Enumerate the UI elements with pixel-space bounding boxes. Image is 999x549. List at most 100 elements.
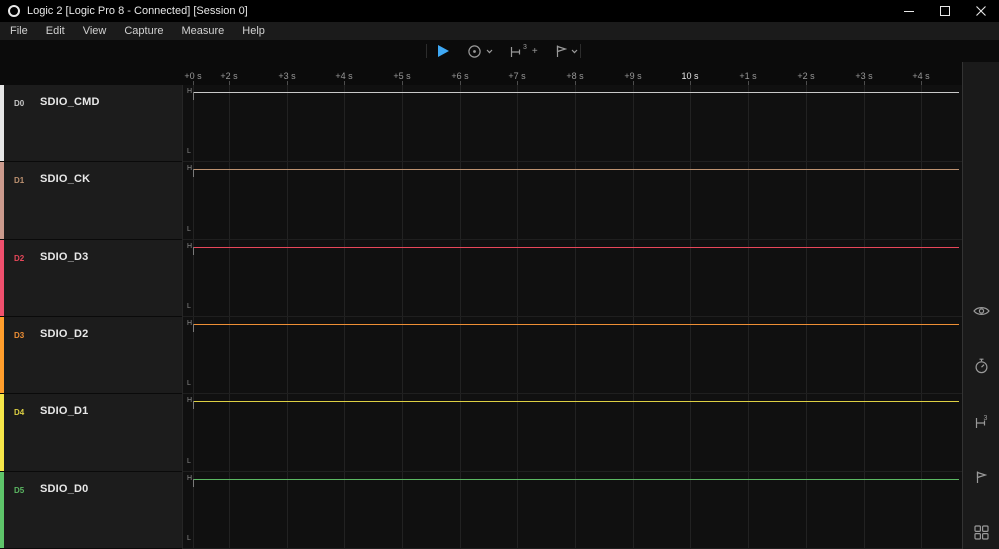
close-icon xyxy=(976,6,986,16)
channel-id: D2 xyxy=(14,253,25,263)
add-measurement-button[interactable]: 3 + xyxy=(510,43,538,58)
high-level-label: H xyxy=(187,242,193,250)
high-level-label: H xyxy=(187,397,193,405)
start-capture-button[interactable] xyxy=(437,44,450,58)
ruler-tick-label: +7 s xyxy=(508,71,526,81)
channel-label-row[interactable]: D2 SDIO_D3 xyxy=(0,239,182,317)
measurement-count: 3 xyxy=(523,43,527,51)
ruler-tick-label: +8 s xyxy=(566,71,584,81)
minimize-icon xyxy=(904,6,914,16)
capture-settings-button[interactable] xyxy=(467,44,493,59)
channel-trace-row[interactable]: H L xyxy=(183,317,962,395)
close-button[interactable] xyxy=(963,0,999,22)
signal-trace xyxy=(193,401,959,403)
low-level-label: L xyxy=(187,380,191,388)
channel-name[interactable]: SDIO_D2 xyxy=(40,328,88,340)
maximize-icon xyxy=(940,6,950,16)
ruler-tick-label: +0 s xyxy=(184,71,202,81)
low-level-label: L xyxy=(187,534,191,542)
toolbar-controls: 3 + xyxy=(437,40,578,62)
ruler-tick-label: +1 s xyxy=(739,71,757,81)
channel-color-strip xyxy=(0,471,4,548)
channel-trace-row[interactable]: H L xyxy=(183,472,962,549)
maximize-button[interactable] xyxy=(927,0,963,22)
high-level-label: H xyxy=(187,474,193,482)
ruler-tick-label: +3 s xyxy=(855,71,873,81)
chevron-down-icon xyxy=(571,49,578,54)
channel-name[interactable]: SDIO_D0 xyxy=(40,483,88,495)
channel-trace-row[interactable]: H L xyxy=(183,394,962,472)
channel-label-row[interactable]: D1 SDIO_CK xyxy=(0,162,182,240)
play-icon xyxy=(437,44,450,58)
channel-color-strip xyxy=(0,239,4,316)
ruler-tick-label: +2 s xyxy=(220,71,238,81)
channel-trace-row[interactable]: H L xyxy=(183,85,962,163)
plus-icon: + xyxy=(531,45,538,57)
channel-name[interactable]: SDIO_D1 xyxy=(40,405,88,417)
signal-trace xyxy=(193,323,959,325)
menu-item[interactable]: Capture xyxy=(115,25,172,37)
flag-icon xyxy=(975,470,987,484)
channel-label-row[interactable]: D0 SDIO_CMD xyxy=(0,85,182,163)
app-logo-icon xyxy=(8,5,20,17)
minimize-button[interactable] xyxy=(891,0,927,22)
waveform-area[interactable]: H L H L H L H L H L H L xyxy=(183,85,962,549)
capture-start-edge xyxy=(193,169,194,178)
stopwatch-icon xyxy=(974,358,989,374)
measurements-panel-button[interactable]: 3 xyxy=(972,413,990,431)
capture-start-edge xyxy=(193,478,194,487)
ruler-tick-label: +4 s xyxy=(912,71,930,81)
channel-label-row[interactable]: D5 SDIO_D0 xyxy=(0,471,182,549)
capture-timing-panel-button[interactable] xyxy=(972,357,990,375)
signal-trace xyxy=(193,478,959,480)
menu-bar: File Edit View Capture Measure Help xyxy=(0,22,999,40)
capture-start-edge xyxy=(193,92,194,100)
high-level-label: H xyxy=(187,165,193,173)
channel-color-strip xyxy=(0,85,4,162)
capture-stage: +0 s +2 s +3 s +4 s +5 s +6 s +7 s +8 s … xyxy=(0,62,999,549)
measurement-count: 3 xyxy=(983,414,988,422)
annotations-panel-button[interactable] xyxy=(972,302,990,320)
channel-trace-row[interactable]: H L xyxy=(183,162,962,240)
low-level-label: L xyxy=(187,457,191,465)
menu-item[interactable]: View xyxy=(74,25,116,37)
timeline-ruler[interactable]: +0 s +2 s +3 s +4 s +5 s +6 s +7 s +8 s … xyxy=(0,62,962,85)
ruler-tick-label: +2 s xyxy=(797,71,815,81)
channel-id: D4 xyxy=(14,408,25,418)
window-controls xyxy=(891,0,999,22)
low-level-label: L xyxy=(187,148,191,156)
annotations-flag-panel-button[interactable] xyxy=(972,468,990,486)
window-title: Logic 2 [Logic Pro 8 - Connected] [Sessi… xyxy=(27,5,248,17)
annotation-flag-button[interactable] xyxy=(555,44,578,58)
high-level-label: H xyxy=(187,319,193,327)
add-measurement-icon xyxy=(510,45,521,58)
ruler-tick-label: +3 s xyxy=(278,71,296,81)
app-window: Logic 2 [Logic Pro 8 - Connected] [Sessi… xyxy=(0,0,999,549)
channel-label-row[interactable]: D4 SDIO_D1 xyxy=(0,394,182,472)
chevron-down-icon xyxy=(486,49,493,54)
channel-label-row[interactable]: D3 SDIO_D2 xyxy=(0,316,182,395)
channel-color-strip xyxy=(0,162,4,239)
right-sidebar: 3 xyxy=(962,62,999,549)
menu-item[interactable]: Edit xyxy=(37,25,74,37)
titlebar: Logic 2 [Logic Pro 8 - Connected] [Sessi… xyxy=(0,0,999,22)
channel-name[interactable]: SDIO_CK xyxy=(40,173,90,185)
ruler-tick-label: +6 s xyxy=(451,71,469,81)
extensions-panel-button[interactable] xyxy=(972,523,990,541)
capture-start-edge xyxy=(193,323,194,332)
toolbar-divider xyxy=(580,44,581,58)
menu-item[interactable]: Help xyxy=(233,25,274,37)
channel-name[interactable]: SDIO_D3 xyxy=(40,251,88,263)
ruler-tick-label: 10 s xyxy=(681,71,699,81)
menu-item[interactable]: File xyxy=(1,25,37,37)
channel-label-panel: D0 SDIO_CMD D1 SDIO_CK D2 SDIO_D3 D3 SDI… xyxy=(0,85,183,549)
toolbar-divider xyxy=(426,44,427,58)
capture-settings-icon xyxy=(467,44,482,59)
channel-name[interactable]: SDIO_CMD xyxy=(40,96,100,108)
eye-icon xyxy=(972,305,990,317)
signal-trace xyxy=(193,246,959,248)
capture-start-edge xyxy=(193,246,194,255)
menu-item[interactable]: Measure xyxy=(173,25,234,37)
annotation-flag-icon xyxy=(555,44,567,58)
channel-trace-row[interactable]: H L xyxy=(183,240,962,317)
